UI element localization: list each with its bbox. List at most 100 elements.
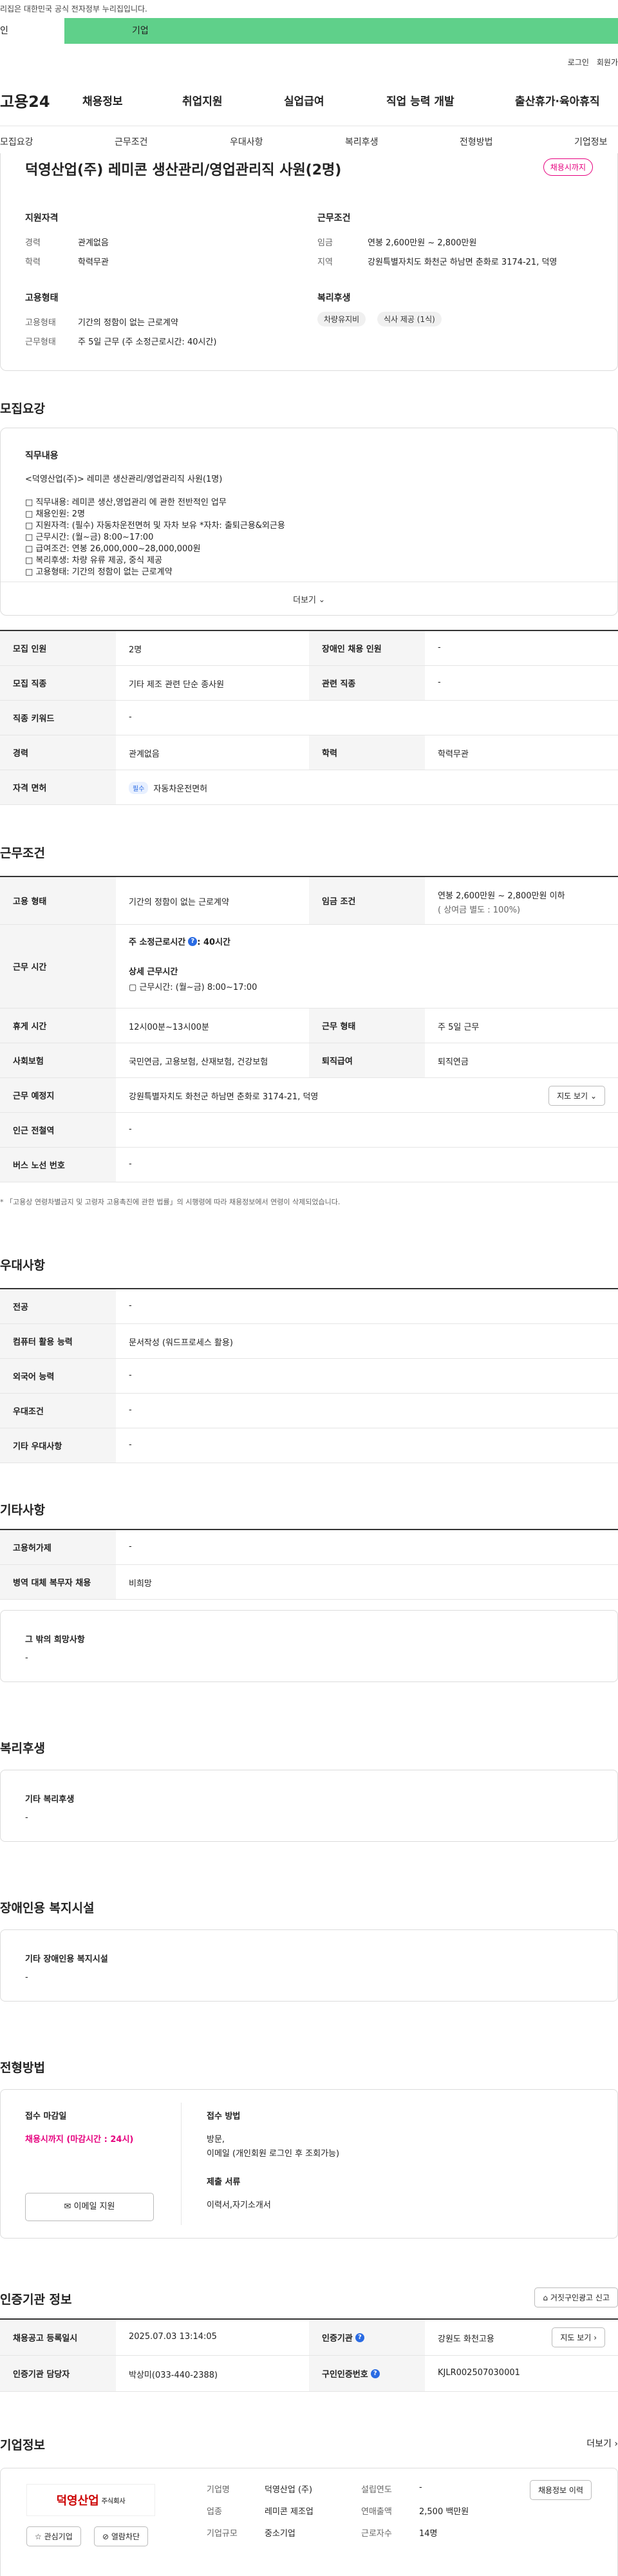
company-size-key: 기업규모 [207, 2529, 238, 2539]
table-header: 직종 키워드 [0, 701, 116, 735]
company-sales-key: 연매출액 [361, 2507, 392, 2517]
tab-personal[interactable]: 인 [0, 18, 64, 44]
table-header: 인증기관? [309, 2320, 425, 2355]
table-cell: - [129, 1159, 132, 1169]
table-header: 근무 형태 [309, 1009, 425, 1043]
help-icon[interactable]: ? [355, 2333, 364, 2342]
login-link[interactable]: 로그인 [568, 57, 589, 68]
qual-edu-value: 학력무관 [78, 258, 109, 267]
emp-type-key: 고용형태 [25, 318, 56, 328]
favorite-company-button[interactable]: ☆ 관심기업 [26, 2526, 81, 2546]
tab-company[interactable]: 기업 [64, 18, 618, 44]
table-row: 채용공고 등록일시 2025.07.03 13:14:05 인증기관? 강원도 … [0, 2320, 618, 2356]
nav-job-training[interactable]: 직업 능력 개발 [386, 92, 454, 108]
disabled-value: - [25, 1973, 28, 1982]
welfare-label: 복리후생 [317, 293, 351, 303]
company-sales-value: 2,500 백만원 [419, 2507, 469, 2517]
star-icon: ☆ [35, 2532, 44, 2541]
welfare-other-label: 기타 복리후생 [25, 1795, 75, 1804]
home-icon: ⌂ [543, 2293, 550, 2302]
nav-employment-support[interactable]: 취업지원 [182, 92, 223, 108]
welfare-other-value: - [25, 1813, 28, 1823]
map-button-label: 지도 보기 [557, 1092, 588, 1101]
agency-map-button[interactable]: 지도 보기 › [552, 2327, 605, 2347]
cond-wage-value: 연봉 2,600만원 ~ 2,800만원 [368, 238, 477, 248]
nav-unemployment-benefit[interactable]: 실업급여 [284, 92, 324, 108]
table-header: 근무 예정지 [0, 1078, 116, 1112]
job-title: 덕영산업(주) 레미콘 생산관리/영업관리직 사원(2명) [25, 162, 342, 178]
table-header: 퇴직급여 [309, 1043, 425, 1077]
subnav-screening[interactable]: 전형방법 [460, 135, 493, 148]
chevron-right-icon: › [594, 2333, 597, 2342]
divider [181, 2103, 182, 2225]
duty-line: □ 채용인원: 2명 [25, 509, 85, 519]
report-button[interactable]: ⌂ 거짓구인광고 신고 [534, 2287, 618, 2307]
recruit-table: 모집 인원 2명 장애인 채용 인원 - 모집 직종 기타 제조 관련 단순 종… [0, 630, 618, 805]
table-header: 휴게 시간 [0, 1009, 116, 1043]
block-label: 열람차단 [111, 2532, 140, 2541]
help-icon[interactable]: ? [188, 936, 198, 946]
hope-value: - [25, 1653, 28, 1663]
help-icon[interactable]: ? [370, 2369, 380, 2378]
table-cell: - [129, 712, 132, 722]
table-header: 버스 노선 번호 [0, 1148, 116, 1182]
table-cell: KJLR002507030001 [438, 2368, 520, 2378]
prefer-table: 전공 - 컴퓨터 활용 능력 문서작성 (워드프로세스 활용) 외국어 능력 - 우대… [0, 1288, 618, 1463]
qual-exp-key: 경력 [25, 238, 41, 248]
screening-box: 접수 마감일 채용시까지 (마감시간 : 24시) ✉ 이메일 지원 접수 방법… [0, 2089, 618, 2239]
chevron-down-icon: ⌄ [316, 594, 325, 604]
subnav-welfare[interactable]: 복리후생 [345, 135, 379, 148]
subnav-company[interactable]: 기업정보 [574, 135, 608, 148]
subnav-prefer[interactable]: 우대사항 [230, 135, 263, 148]
company-more-link[interactable]: 더보기 › [586, 2437, 618, 2450]
table-row: 자격 면허 필수 자동차운전면허 [0, 770, 618, 805]
nav-parental-leave[interactable]: 출산휴가·육아휴직 [515, 92, 600, 108]
deadline-label: 접수 마감일 [25, 2112, 67, 2121]
company-logo-text: 덕영산업 [56, 2494, 99, 2508]
table-row: 기타 우대사항 - [0, 1428, 618, 1463]
nav-jobs[interactable]: 채용정보 [82, 92, 123, 108]
user-type-tabs: 인 기업 [0, 18, 618, 48]
block-button[interactable]: ⊘ 열람차단 [94, 2526, 149, 2546]
company-more-label: 더보기 [586, 2439, 612, 2449]
table-header: 장애인 채용 인원 [309, 631, 425, 665]
signup-link[interactable]: 회원가 [597, 57, 618, 68]
table-header: 모집 직종 [0, 666, 116, 700]
map-button[interactable]: 지도 보기 ⌄ [548, 1086, 605, 1106]
license-value: 자동차운전면허 [153, 784, 208, 794]
subnav-recruit[interactable]: 모집요강 [0, 135, 33, 148]
subnav-work[interactable]: 근무조건 [115, 135, 148, 148]
table-row: 인근 전철역 - [0, 1113, 618, 1148]
block-icon: ⊘ [102, 2532, 111, 2541]
table-cell: 연봉 2,600만원 ~ 2,800만원 이하 [438, 891, 565, 901]
method-value: 이메일 (개인회원 로그인 후 조회가능) [207, 2149, 340, 2159]
company-year-value: - [419, 2483, 422, 2492]
company-employees-key: 근로자수 [361, 2529, 392, 2539]
section-title-recruit: 모집요강 [0, 402, 45, 416]
job-summary-card: 덕영산업(주) 레미콘 생산관리/영업관리직 사원(2명) 채용시까지 지원자격… [0, 153, 618, 371]
more-button[interactable]: 더보기 ⌄ [1, 582, 617, 616]
company-employees-value: 14명 [419, 2529, 438, 2539]
cond-loc-value: 강원특별자치도 화천군 하남면 춘화로 3174-21, 덕영 [368, 258, 557, 267]
age-notice: * 「고용상 연령차별금지 및 고령자 고용촉진에 관한 법률」의 시행령에 따… [0, 1198, 341, 1206]
table-cell: 12시00분~13시00분 [129, 1023, 209, 1032]
qual-edu-key: 학력 [25, 258, 41, 267]
table-header: 고용 형태 [0, 877, 116, 924]
job-history-button[interactable]: 채용정보 이력 [529, 2480, 592, 2500]
section-title-agency: 인증기관 정보 [0, 2293, 72, 2307]
site-logo[interactable]: 고용24 [0, 89, 71, 111]
table-cell: 2명 [129, 645, 142, 655]
table-row: 근무 시간 주 소정근로시간?: 40시간 상세 근무시간 ▢ 근무시간: (월… [0, 925, 618, 1009]
welfare-chip: 식사 제공 (1식) [377, 312, 442, 327]
table-header: 컴퓨터 활용 능력 [0, 1324, 116, 1358]
email-apply-button[interactable]: ✉ 이메일 지원 [25, 2193, 154, 2221]
table-header: 채용공고 등록일시 [0, 2320, 116, 2355]
agency-table: 채용공고 등록일시 2025.07.03 13:14:05 인증기관? 강원도 … [0, 2318, 618, 2392]
duty-line: □ 지원자격: (필수) 자동차운전면허 및 자차 보유 *자차: 출퇴근용&외… [25, 521, 285, 531]
section-title-disabled: 장애인용 복지시설 [0, 1901, 95, 1915]
table-header: 구인인증번호? [309, 2356, 425, 2391]
table-row: 전공 - [0, 1289, 618, 1324]
cond-wage-key: 임금 [317, 238, 333, 248]
table-cell: ▢ 근무시간: (월~금) 8:00~17:00 [129, 983, 258, 992]
table-cell: 문서작성 (워드프로세스 활용) [129, 1338, 233, 1348]
